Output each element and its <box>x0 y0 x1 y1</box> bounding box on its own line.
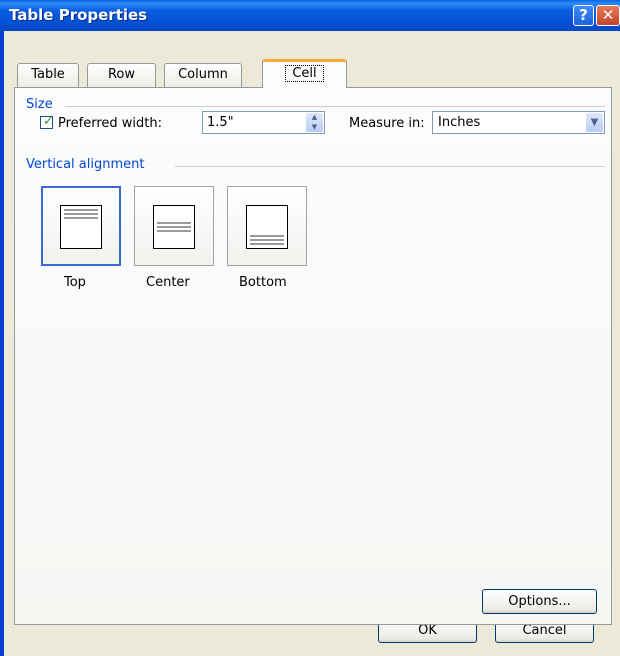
help-button[interactable]: ? <box>573 5 594 26</box>
vertical-alignment-divider <box>175 166 605 167</box>
align-bottom-icon <box>246 205 288 249</box>
options-button[interactable]: Options... <box>482 589 597 614</box>
align-top-icon <box>60 205 102 249</box>
align-center-label: Center <box>146 275 190 290</box>
measure-in-value: Inches <box>438 115 481 130</box>
vertical-alignment-label: Vertical alignment <box>26 157 145 172</box>
preferred-width-label: Preferred width: <box>58 116 163 131</box>
preferred-width-input[interactable]: 1.5" ▲ ▼ <box>202 111 325 134</box>
size-group-label: Size <box>26 97 53 112</box>
align-bottom-button[interactable] <box>227 186 307 266</box>
cell-tab-panel: Size ✓ Preferred width: 1.5" ▲ ▼ Measure… <box>14 87 612 625</box>
chevron-down-icon[interactable]: ▼ <box>586 113 603 132</box>
tab-column[interactable]: Column <box>164 63 242 87</box>
align-top-button[interactable] <box>41 186 121 266</box>
title-bar[interactable]: Table Properties ? ✕ <box>0 0 620 31</box>
preferred-width-checkbox[interactable]: ✓ <box>40 114 54 129</box>
tab-row-label: Row <box>107 67 136 82</box>
measure-in-label: Measure in: <box>349 116 425 131</box>
tab-cell[interactable]: Cell <box>262 59 347 88</box>
spin-down-icon[interactable]: ▼ <box>306 123 323 132</box>
tab-table[interactable]: Table <box>17 63 79 87</box>
preferred-width-spinner[interactable]: ▲ ▼ <box>306 113 323 132</box>
tab-column-label: Column <box>178 67 228 82</box>
preferred-width-value: 1.5" <box>207 115 234 130</box>
tab-row[interactable]: Row <box>87 63 156 87</box>
tab-table-label: Table <box>31 67 65 82</box>
align-center-icon <box>153 205 195 249</box>
tab-cell-label: Cell <box>285 65 324 82</box>
measure-in-dropdown[interactable]: Inches ▼ <box>432 111 605 134</box>
spin-up-icon[interactable]: ▲ <box>306 113 323 122</box>
align-top-label: Top <box>64 275 86 290</box>
align-bottom-label: Bottom <box>239 275 287 290</box>
close-button[interactable]: ✕ <box>596 5 620 26</box>
align-center-button[interactable] <box>134 186 214 266</box>
size-group-divider <box>65 106 605 107</box>
check-icon: ✓ <box>43 114 54 129</box>
dialog-window: Table Properties ? ✕ Table Row Column Ce… <box>0 0 620 656</box>
dialog-client: Table Row Column Cell Size ✓ Preferred w… <box>4 31 620 656</box>
dialog-title: Table Properties <box>9 6 148 24</box>
